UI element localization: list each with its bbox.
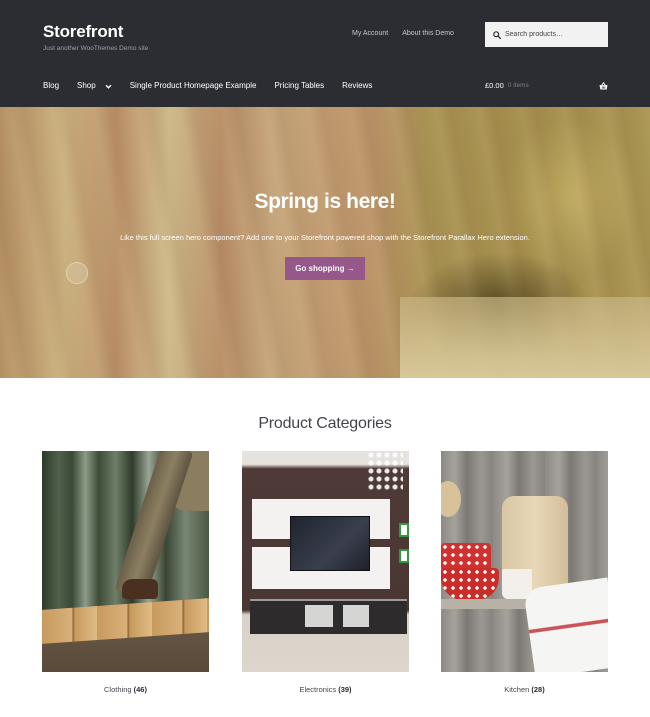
category-image-clothing[interactable]: [42, 451, 209, 672]
image-detail: [42, 598, 209, 644]
category-card-clothing[interactable]: Clothing (46): [42, 451, 209, 695]
category-card-electronics[interactable]: Electronics (39): [242, 451, 409, 695]
product-categories-title: Product Categories: [258, 415, 392, 432]
image-detail: [523, 577, 608, 672]
nav-item-label: Reviews: [342, 81, 373, 90]
nav-item-label: Single Product Homepage Example: [129, 81, 257, 90]
search-input[interactable]: [505, 31, 605, 38]
category-name: Kitchen: [504, 685, 530, 694]
category-card-kitchen[interactable]: Kitchen (28): [441, 451, 608, 695]
site-title[interactable]: Storefront: [43, 22, 148, 42]
site-description: Just another WooThemes Demo site: [43, 45, 149, 52]
category-label[interactable]: Kitchen (28): [441, 685, 608, 695]
image-detail: [343, 605, 369, 627]
image-detail: [367, 451, 403, 491]
image-detail: [114, 451, 194, 591]
image-detail: [441, 481, 461, 517]
image-detail: [399, 523, 409, 537]
chevron-down-icon[interactable]: [105, 84, 112, 89]
site-header: Storefront Just another WooThemes Demo s…: [0, 0, 650, 107]
nav-item-single-product-homepage[interactable]: Single Product Homepage Example: [130, 81, 257, 91]
category-label[interactable]: Clothing (46): [42, 685, 209, 695]
product-search: [485, 22, 608, 47]
category-name: Clothing: [104, 685, 132, 694]
nav-link-about-demo[interactable]: About this Demo: [402, 29, 454, 38]
hero-title: Spring is here!: [254, 190, 396, 213]
nav-item-label: Shop: [77, 81, 96, 90]
image-detail: [290, 516, 370, 571]
basket-icon[interactable]: [599, 82, 608, 90]
nav-item-shop[interactable]: Shop: [77, 81, 112, 91]
cart-count: 0 items: [507, 82, 529, 89]
hero-text: Like this full screen hero component? Ad…: [120, 233, 530, 242]
category-image-kitchen[interactable]: [441, 451, 608, 672]
category-count: (39): [338, 685, 352, 694]
image-detail: [122, 579, 158, 599]
hero-banner: Spring is here! Like this full screen he…: [0, 107, 650, 378]
nav-item-label: Blog: [43, 81, 60, 90]
category-image-electronics[interactable]: [242, 451, 409, 672]
nav-item-blog[interactable]: Blog: [43, 81, 59, 91]
hero-content: Spring is here! Like this full screen he…: [0, 189, 650, 280]
primary-nav: Blog Shop Single Product Homepage Exampl…: [43, 81, 390, 91]
image-detail: [399, 549, 409, 563]
nav-item-reviews[interactable]: Reviews: [342, 81, 372, 91]
category-count: (46): [133, 685, 147, 694]
nav-item-label: Pricing Tables: [274, 81, 325, 90]
category-name: Electronics: [299, 685, 337, 694]
category-count: (28): [531, 685, 545, 694]
nav-link-my-account[interactable]: My Account: [352, 29, 388, 38]
go-shopping-button[interactable]: Go shopping →: [285, 257, 365, 280]
image-detail: [441, 568, 499, 600]
cart-link[interactable]: £0.00 0 items: [485, 81, 608, 91]
search-icon: [493, 30, 501, 39]
site-branding: Storefront Just another WooThemes Demo s…: [43, 22, 148, 53]
image-detail: [441, 543, 491, 571]
cart-amount: £0.00: [485, 81, 504, 90]
nav-item-pricing-tables[interactable]: Pricing Tables: [274, 81, 324, 91]
category-label[interactable]: Electronics (39): [242, 685, 409, 695]
image-detail: [305, 605, 333, 627]
secondary-nav: My Account About this Demo: [352, 29, 454, 38]
